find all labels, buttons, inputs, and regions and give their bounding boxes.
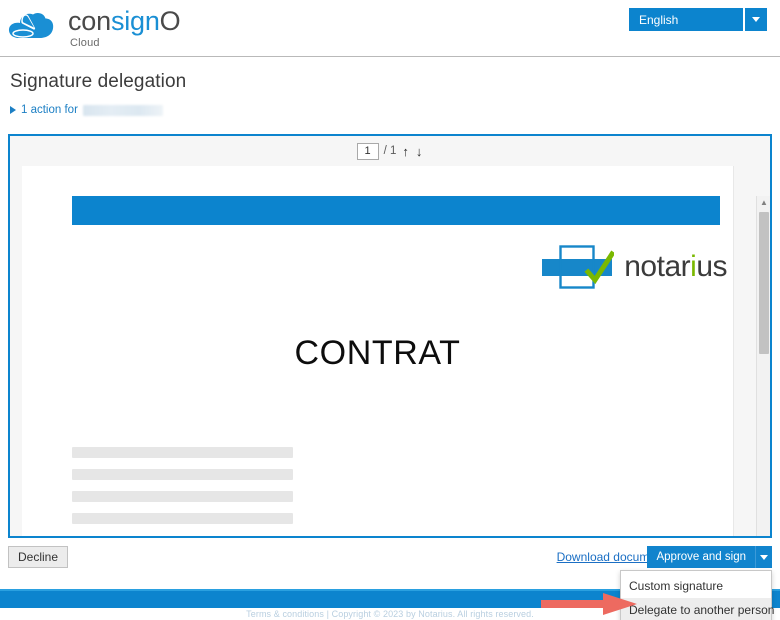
brand: consignO Cloud — [0, 6, 181, 50]
placeholder-line — [72, 491, 293, 502]
cloud-pen-icon — [8, 12, 54, 38]
notarius-wordmark: notarius — [624, 250, 727, 284]
brand-text: consignO Cloud — [68, 6, 181, 49]
page-number-input[interactable] — [356, 142, 379, 160]
document-placeholder-lines — [72, 447, 293, 535]
brand-name-post: O — [159, 6, 181, 36]
viewer-toolbar: / 1 ↑ ↓ — [10, 136, 770, 166]
approve-dropdown-menu: Custom signature Delegate to another per… — [620, 570, 774, 620]
brand-name-pre: con — [68, 6, 111, 36]
decline-button[interactable]: Decline — [8, 546, 69, 568]
page-title: Signature delegation — [10, 71, 187, 92]
notarius-text-pre: notar — [624, 250, 691, 283]
page-total-label: / 1 — [383, 145, 397, 157]
document-viewer: / 1 ↑ ↓ notarius CONTRAT — [8, 134, 772, 538]
brand-name-highlight: sign — [110, 6, 160, 36]
document-banner — [72, 196, 720, 225]
triangle-right-icon — [10, 106, 16, 114]
document-page: notarius CONTRAT — [22, 166, 734, 536]
app-root: consignO Cloud English Signature delegat… — [0, 0, 780, 620]
notarius-logo: notarius — [540, 244, 727, 290]
menu-item-custom-signature[interactable]: Custom signature — [621, 574, 771, 598]
approve-and-sign-group: Approve and sign — [647, 546, 772, 568]
language-dropdown-button[interactable] — [745, 8, 767, 31]
approve-and-sign-button[interactable]: Approve and sign — [647, 546, 755, 568]
document-scroll-area: notarius CONTRAT ▲ ▼ — [10, 166, 770, 536]
approve-dropdown-button[interactable] — [755, 546, 772, 568]
action-summary-label: 1 action for — [21, 104, 78, 116]
redacted-recipient-name — [82, 104, 163, 116]
placeholder-line — [72, 513, 293, 524]
notarius-check-icon — [542, 245, 615, 289]
arrow-down-icon[interactable]: ↓ — [415, 145, 424, 158]
language-selector[interactable]: English — [629, 8, 767, 31]
language-value[interactable]: English — [629, 8, 743, 31]
scroll-up-icon[interactable]: ▲ — [757, 196, 770, 209]
title-area: Signature delegation 1 action for — [0, 57, 780, 121]
top-header: consignO Cloud English — [0, 0, 780, 57]
viewer-scrollbar[interactable]: ▲ ▼ — [756, 196, 770, 536]
document-heading: CONTRAT — [294, 334, 461, 372]
brand-name: consignO — [68, 6, 181, 36]
chevron-down-icon — [760, 554, 768, 560]
menu-item-delegate-to-another-person[interactable]: Delegate to another person — [621, 598, 774, 620]
scrollbar-thumb[interactable] — [759, 212, 769, 354]
chevron-down-icon — [752, 17, 760, 22]
arrow-up-icon[interactable]: ↑ — [401, 145, 410, 158]
placeholder-line — [72, 447, 293, 458]
action-summary-toggle[interactable]: 1 action for — [10, 104, 163, 116]
notarius-text-post: us — [696, 250, 727, 283]
brand-subtitle: Cloud — [70, 37, 100, 49]
placeholder-line — [72, 469, 293, 480]
